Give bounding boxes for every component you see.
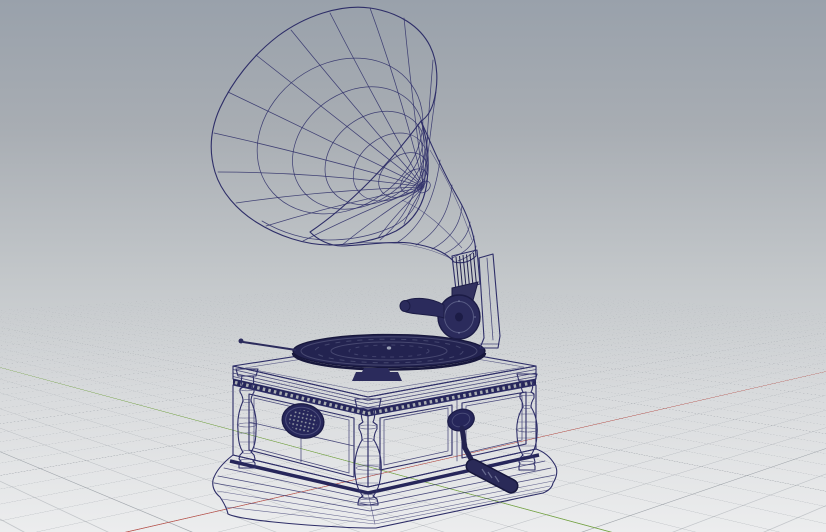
tone-arm[interactable] — [400, 298, 444, 318]
gramophone-model[interactable] — [0, 0, 826, 532]
spindle — [387, 346, 391, 349]
bell-spokes — [214, 8, 436, 245]
brake-lever[interactable] — [243, 342, 296, 350]
lid-front-bracket — [352, 372, 402, 381]
viewport-3d[interactable] — [0, 0, 826, 532]
speaker-grille[interactable] — [279, 400, 327, 442]
support-bracket[interactable] — [479, 254, 500, 348]
